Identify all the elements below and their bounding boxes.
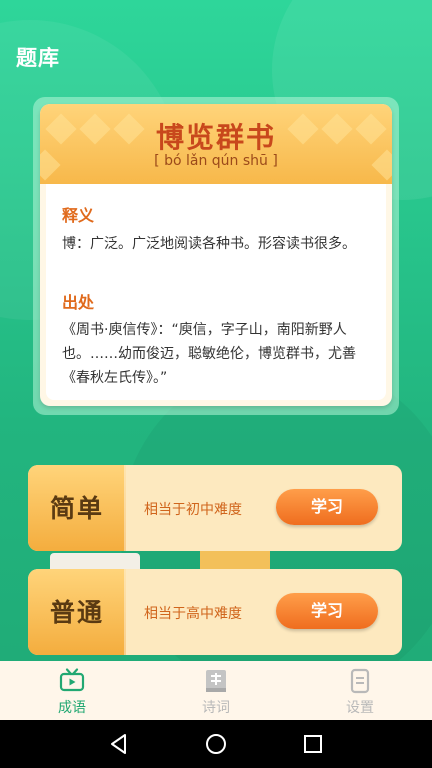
level-description: 相当于初中难度 — [144, 502, 242, 518]
idiom-card: 博览群书 [ bó lǎn qún shū ] 释义 博：广泛。广泛地阅读各种书… — [40, 104, 392, 406]
tab-poetry[interactable]: 诗词 — [144, 661, 288, 720]
meaning-title: 释义 — [62, 206, 95, 225]
settings-doc-icon — [350, 668, 370, 694]
source-text: 《周书·庾信传》：“庾信，字子山，南阳新野人也。……幼而俊迈，聪敏绝伦，博览群书… — [62, 322, 356, 386]
home-icon[interactable] — [202, 730, 230, 758]
level-description: 相当于高中难度 — [144, 606, 242, 622]
app-screen: 题库 博览群书 [ bó lǎn qún shū ] 释义 博：广泛。广泛地阅读… — [0, 0, 432, 768]
idiom-pinyin: [ bó lǎn qún shū ] — [154, 153, 278, 169]
bottom-tab-bar: 成语 诗词 设置 — [0, 661, 432, 720]
tab-label: 成语 — [58, 700, 86, 716]
book-icon — [206, 670, 226, 692]
level-row-easy: 简单 相当于初中难度 学习 — [28, 465, 402, 551]
tv-icon — [59, 668, 85, 692]
idiom-card-header: 博览群书 [ bó lǎn qún shū ] — [40, 104, 392, 184]
tab-label: 诗词 — [202, 700, 230, 716]
idiom-card-body: 释义 博：广泛。广泛地阅读各种书。形容读书很多。 出处 《周书·庾信传》：“庾信… — [46, 184, 386, 400]
level-tag: 普通 — [28, 569, 126, 655]
source-title: 出处 — [62, 293, 95, 312]
meaning-text: 博：广泛。广泛地阅读各种书。形容读书很多。 — [62, 236, 356, 252]
system-nav-bar — [0, 720, 432, 768]
level-name: 简单 — [49, 494, 104, 523]
level-name: 普通 — [49, 598, 104, 627]
back-icon[interactable] — [105, 730, 133, 758]
level-tag: 简单 — [28, 465, 126, 551]
study-button-easy[interactable]: 学习 — [276, 489, 378, 525]
decor-shape — [200, 550, 270, 570]
tab-settings[interactable]: 设置 — [288, 661, 432, 720]
level-row-normal: 普通 相当于高中难度 学习 — [28, 569, 402, 655]
tab-idioms[interactable]: 成语 — [0, 661, 144, 720]
tab-label: 设置 — [346, 700, 374, 716]
page-title: 题库 — [16, 46, 60, 70]
idiom-word: 博览群书 — [155, 121, 276, 154]
recents-icon[interactable] — [299, 730, 327, 758]
study-button-normal[interactable]: 学习 — [276, 593, 378, 629]
